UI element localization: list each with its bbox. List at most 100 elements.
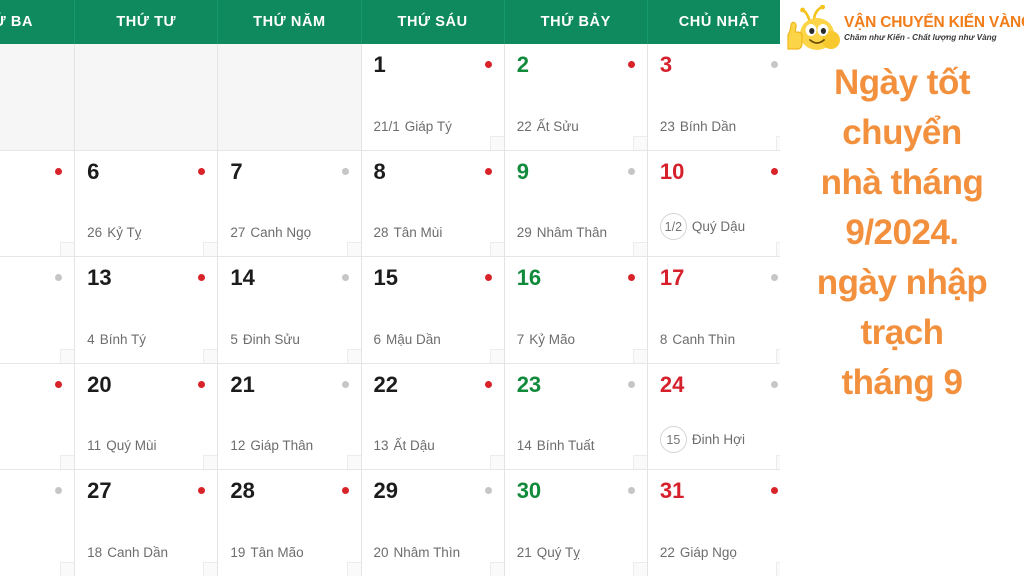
lunar-day-number: 19 [230,544,246,560]
calendar-day-cell[interactable]: 16 7 Kỷ Mão [504,257,648,363]
day-number: 29 [373,478,398,504]
day-cell-top: 8 [374,159,492,186]
good-day-dot-icon [55,167,63,175]
calendar-day-cell[interactable]: 29 20 Nhâm Thìn [361,470,505,576]
day-cell-top: 1 [374,53,492,79]
calendar-day-cell[interactable]: 21 12 Giáp Thân [218,363,362,470]
day-cell-top: 29 [374,479,492,505]
promo-line-3: nhà tháng [820,163,984,202]
day-number: 2 [516,52,529,77]
day-cell-top: 31 [660,479,779,505]
calendar-cell-empty [218,44,362,150]
logo-title: VẬN CHUYỂN KIẾN VÀNG [844,14,1024,31]
calendar-day-cell[interactable]: 31 22 Giáp Ngọ [647,470,791,576]
calendar-day-cell[interactable]: 20 11 Quý Mùi [75,363,219,470]
calendar-day-cell[interactable]: 14 5 Đinh Sửu [218,257,362,363]
calendar-day-cell[interactable]: 8 28 Tân Mùi [361,150,505,257]
calendar-body: 121/1Giáp Tý222Ất Sửu323Bính Dần5Thìn626… [0,44,791,576]
weekday-header-wednesday: THỨ TƯ [75,0,219,44]
lunar-date-label: 22 Ất Sửu [517,119,635,134]
normal-day-dot-icon [627,380,635,388]
day-number: 1 [373,52,386,77]
calendar-day-cell[interactable]: 1 21/1 Giáp Tý [361,44,505,150]
day-number: 27 [87,478,112,504]
normal-day-dot-icon [55,274,63,282]
day-cell-top: 13 [87,266,206,292]
day-cell-top: 22 [374,372,492,399]
good-day-dot-icon [198,274,206,282]
day-number: 17 [659,265,685,291]
day-number: 20 [87,371,112,397]
lunar-date-label: 8 Canh Thìn [660,332,778,347]
calendar-day-cell[interactable]: 7 27 Canh Ngọ [218,150,362,257]
normal-day-dot-icon [341,274,349,282]
good-day-dot-icon [771,487,779,495]
lunar-date-label: Thìn [0,225,62,240]
weekday-header-friday: THỨ SÁU [362,0,505,44]
lunar-date-label: 14 Bính Tuất [517,438,635,453]
calendar-day-cell[interactable]: 2 22 Ất Sửu [504,44,648,150]
lunar-stem-branch: Kỷ Mão [529,331,575,347]
good-day-dot-icon [627,274,635,282]
calendar-day-cell[interactable]: 28 19 Tân Mão [218,470,362,576]
weekday-header-sunday: CHỦ NHẬT [678,14,760,30]
lunar-stem-branch: Bính Tuất [536,438,595,454]
calendar-day-cell[interactable]: 10 1/2 Quý Dậu [647,150,791,257]
lunar-stem-branch: Quý Mùi [106,438,157,454]
lunar-stem-branch: Bính Dần [679,118,737,134]
calendar-day-cell[interactable]: 13 4 Bính Tý [75,257,219,363]
calendar-cell-empty [0,44,76,150]
calendar-day-cell[interactable]: 5 Thìn [0,150,76,257]
normal-day-dot-icon [627,487,635,495]
lunar-date-label: 13 Ất Dậu [374,438,492,453]
day-cell-top: 9 [517,159,635,186]
day-cell-top: 2 [517,53,635,79]
lunar-day-number: 23 [659,118,675,134]
ant-thumbs-up-icon [784,4,840,53]
normal-day-dot-icon [341,167,349,175]
lunar-date-label: 21 Quý Tỵ [517,545,635,560]
day-cell-top: 26 [0,479,63,505]
calendar-cell-empty [75,44,219,150]
normal-day-dot-icon [55,487,63,495]
calendar-day-cell[interactable]: 6 26 Kỷ Tỵ [75,150,219,257]
day-cell-top: 24 [660,372,779,399]
good-day-dot-icon [341,487,349,495]
calendar-day-cell[interactable]: 9 29 Nhâm Thân [504,150,648,257]
lunar-date-label: 15 Đinh Hợi [659,426,778,454]
calendar-day-cell[interactable]: 19 n Ngọ [0,363,76,470]
promo-line-1: Ngày tốt [834,63,971,102]
calendar-week-row: 12 ợi 13 4Bính Tý 14 5Đinh Sửu 15 6Mậu Dần 16 7Kỷ… [0,257,791,364]
weekday-header-saturday: THỨ BẢY [505,0,648,44]
lunar-day-number: 11 [87,438,102,454]
day-number: 28 [230,478,255,504]
logo-text-block: VẬN CHUYỂN KIẾN VÀNG Chăm như Kiến - Chấ… [844,14,1024,44]
calendar-day-cell[interactable]: 3 23 Bính Dần [647,44,791,150]
lunar-stem-branch: Quý Tỵ [536,544,580,560]
day-cell-top: 28 [230,478,349,505]
promo-panel: VẬN CHUYỂN KIẾN VÀNG Chăm như Kiến - Chấ… [780,0,1024,576]
calendar-day-cell[interactable]: 30 21 Quý Tỵ [504,470,648,576]
normal-day-dot-icon [771,61,779,68]
lunar-date-label: 29 Nhâm Thân [517,225,635,240]
lunar-day-number: 18 [87,544,103,560]
calendar-day-cell[interactable]: 23 14 Bính Tuất [504,363,648,470]
promo-line-6: trạch [860,313,944,352]
lunar-stem-branch: Ất Sửu [536,118,579,134]
day-number: 3 [659,52,673,77]
lunar-day-number: 8 [659,331,668,347]
lunar-stem-branch: Giáp Tý [404,118,452,134]
calendar-day-cell[interactable]: 12 ợi [0,257,76,363]
day-number: 7 [230,158,243,184]
calendar-day-cell[interactable]: 26 Sửu [0,470,76,576]
lunar-date-label: 11 Quý Mùi [87,438,205,453]
calendar-week-row: 19 n Ngọ 20 11Quý Mùi 21 12Giáp Thân 22 13Ất Dậ… [0,363,791,471]
day-number: 21 [230,371,255,397]
calendar-day-cell[interactable]: 22 13 Ất Dậu [361,363,505,470]
calendar-day-cell[interactable]: 24 15 Đinh Hợi [647,363,791,470]
calendar-day-cell[interactable]: 17 8 Canh Thìn [647,257,791,363]
good-day-dot-icon [484,61,492,68]
brand-logo[interactable]: VẬN CHUYỂN KIẾN VÀNG Chăm như Kiến - Chấ… [784,3,1024,55]
calendar-day-cell[interactable]: 27 18 Canh Dần [75,470,219,576]
calendar-day-cell[interactable]: 15 6 Mậu Dần [361,257,505,363]
